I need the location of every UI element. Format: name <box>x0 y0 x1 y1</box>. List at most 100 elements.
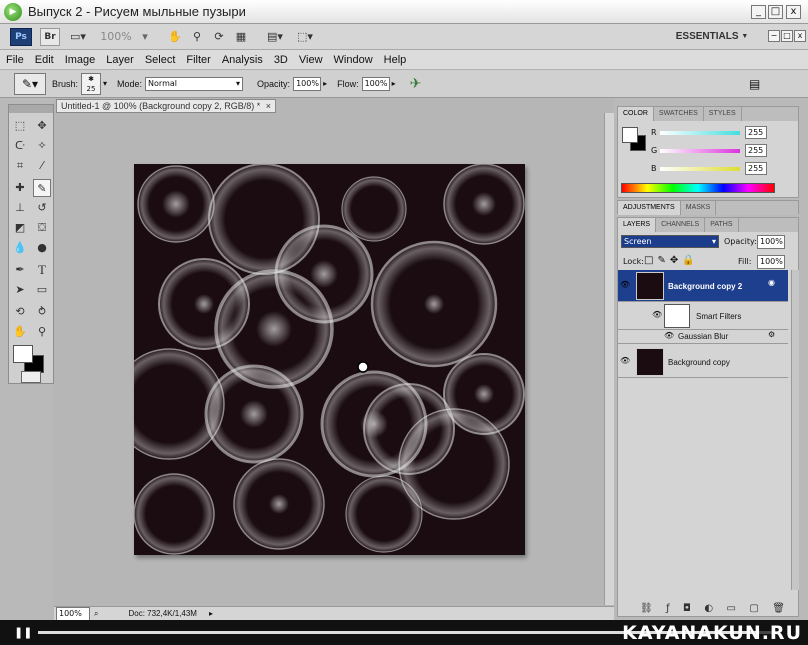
status-export-icon[interactable]: ⌕ <box>94 609 98 619</box>
layer-opacity-field[interactable]: 100% <box>757 235 785 249</box>
channel-b-slider[interactable] <box>660 167 740 171</box>
tab-masks[interactable]: MASKS <box>681 201 717 215</box>
document-tab[interactable]: Untitled-1 @ 100% (Background copy 2, RG… <box>56 99 276 113</box>
menu-view[interactable]: View <box>299 54 323 66</box>
app-close-button[interactable]: x <box>794 30 806 42</box>
channel-b-value[interactable]: 255 <box>745 162 767 175</box>
menu-filter[interactable]: Filter <box>186 54 210 66</box>
visibility-eye-icon[interactable]: 👁 <box>620 356 630 365</box>
pause-icon[interactable]: ❚❚ <box>14 626 32 639</box>
lock-options-icon[interactable]: □✎✥🔒 <box>644 255 699 266</box>
menu-edit[interactable]: Edit <box>35 54 54 66</box>
lasso-tool-icon[interactable]: ᑢ <box>11 137 29 155</box>
dodge-tool-icon[interactable]: ● <box>33 239 51 257</box>
color-fg-overlay[interactable] <box>622 127 638 143</box>
add-mask-icon[interactable]: ◘ <box>683 603 691 614</box>
trash-icon[interactable]: 🗑 <box>772 603 785 614</box>
brush-tool-icon[interactable]: ✎ <box>33 179 51 197</box>
airbrush-icon[interactable]: ✈ <box>410 76 422 92</box>
3d-orbit-tool-icon[interactable]: ⥁ <box>33 303 51 321</box>
path-selection-tool-icon[interactable]: ➤ <box>11 281 29 299</box>
app-restore-button[interactable]: □ <box>781 30 793 42</box>
eraser-tool-icon[interactable]: ◩ <box>11 219 29 237</box>
layer-name[interactable]: Background copy 2 <box>668 282 742 291</box>
eyedropper-tool-icon[interactable]: ⁄ <box>33 157 51 175</box>
tab-color[interactable]: COLOR <box>618 107 654 121</box>
zoom-level[interactable]: 100% <box>96 28 136 46</box>
quick-mask-icon[interactable] <box>21 371 41 383</box>
blur-tool-icon[interactable]: 💧 <box>11 239 29 257</box>
layer-row[interactable]: 👁 Background copy 2 ◉ <box>618 270 788 302</box>
view-extras-button[interactable]: ▭▾ <box>64 28 92 46</box>
hand-tool-icon[interactable]: ✋ <box>11 323 29 341</box>
pen-tool-icon[interactable]: ✒ <box>11 261 29 279</box>
status-menu-arrow-icon[interactable]: ▸ <box>209 609 213 618</box>
shape-tool-icon[interactable]: ▭ <box>33 281 51 299</box>
screen-mode-button[interactable]: ⬚▾ <box>292 28 318 46</box>
type-tool-icon[interactable]: T <box>33 261 51 279</box>
opacity-arrow-icon[interactable]: ▸ <box>323 79 327 88</box>
quick-select-tool-icon[interactable]: ✧ <box>33 137 51 155</box>
tab-layers[interactable]: LAYERS <box>618 218 657 232</box>
tab-swatches[interactable]: SWATCHES <box>654 107 704 121</box>
healing-brush-tool-icon[interactable]: ✚ <box>11 179 29 197</box>
menu-image[interactable]: Image <box>65 54 96 66</box>
layers-scrollbar[interactable] <box>791 270 799 590</box>
brush-dropdown-icon[interactable]: ▾ <box>103 79 107 88</box>
brush-panel-icon[interactable]: ▤ <box>749 77 760 91</box>
maximize-button[interactable]: □ <box>768 5 783 19</box>
layer-row[interactable]: 👁 Gaussian Blur ⚙ <box>618 330 788 344</box>
history-brush-tool-icon[interactable]: ↺ <box>33 199 51 217</box>
opacity-field[interactable]: 100% <box>293 76 322 91</box>
color-spectrum-ramp[interactable] <box>621 183 775 193</box>
tab-paths[interactable]: PATHS <box>705 218 739 232</box>
close-document-icon[interactable]: × <box>266 100 271 112</box>
layer-name[interactable]: Smart Filters <box>696 312 741 321</box>
menu-help[interactable]: Help <box>384 54 407 66</box>
blend-mode-select[interactable]: Screen ▾ <box>621 235 719 248</box>
channel-r-slider[interactable] <box>660 131 740 135</box>
link-layers-icon[interactable]: ⛓ <box>640 603 653 614</box>
foreground-color-overlay[interactable] <box>13 345 33 363</box>
document-canvas[interactable] <box>134 164 525 555</box>
bridge-button[interactable]: Br <box>40 27 60 46</box>
channel-g-slider[interactable] <box>660 149 740 153</box>
clone-stamp-tool-icon[interactable]: ⊥ <box>11 199 29 217</box>
zoom-dropdown-icon[interactable]: ▾ <box>140 28 150 46</box>
tab-styles[interactable]: STYLES <box>704 107 742 121</box>
tab-adjustments[interactable]: ADJUSTMENTS <box>618 201 681 215</box>
crop-tool-icon[interactable]: ⌗ <box>11 157 29 175</box>
fill-field[interactable]: 100% <box>757 255 785 269</box>
zoom-tool-icon[interactable]: ⚲ <box>33 323 51 341</box>
menu-window[interactable]: Window <box>334 54 373 66</box>
mode-select[interactable]: Normal ▾ <box>145 76 244 91</box>
rotate-view-icon[interactable]: ⟳ <box>210 28 228 46</box>
menu-layer[interactable]: Layer <box>106 54 134 66</box>
layer-name[interactable]: Background copy <box>668 358 730 367</box>
hand-tool-icon[interactable]: ✋ <box>166 28 184 46</box>
brush-preset-button[interactable]: ✱ 25 <box>81 72 102 95</box>
tab-channels[interactable]: CHANNELS <box>656 218 706 232</box>
arrange-documents-button[interactable]: ▤▾ <box>262 28 288 46</box>
marquee-tool-icon[interactable]: ⬚ <box>11 117 29 135</box>
channel-r-value[interactable]: 255 <box>745 126 767 139</box>
zoom-tool-icon[interactable]: ⚲ <box>188 28 206 46</box>
flow-field[interactable]: 100% <box>361 76 390 91</box>
menu-analysis[interactable]: Analysis <box>222 54 263 66</box>
channel-g-value[interactable]: 255 <box>745 144 767 157</box>
move-tool-icon[interactable]: ✥ <box>33 117 51 135</box>
app-minimize-button[interactable]: − <box>768 30 780 42</box>
close-button[interactable]: x <box>786 5 801 19</box>
3d-rotate-tool-icon[interactable]: ⟲ <box>11 303 29 321</box>
adjustment-layer-icon[interactable]: ◐ <box>704 603 713 614</box>
grid-icon[interactable]: ▦ <box>232 28 250 46</box>
layer-name[interactable]: Gaussian Blur <box>678 332 728 341</box>
flow-arrow-icon[interactable]: ▸ <box>392 79 396 88</box>
visibility-eye-icon[interactable]: 👁 <box>652 310 662 319</box>
new-group-icon[interactable]: ▭ <box>727 603 736 614</box>
visibility-eye-icon[interactable]: 👁 <box>620 280 630 289</box>
layer-row[interactable]: 👁 Smart Filters <box>618 302 788 330</box>
fx-icon[interactable]: ƒ <box>666 603 670 614</box>
paint-bucket-tool-icon[interactable]: ⛋ <box>33 219 51 237</box>
vertical-scrollbar[interactable] <box>604 113 614 605</box>
